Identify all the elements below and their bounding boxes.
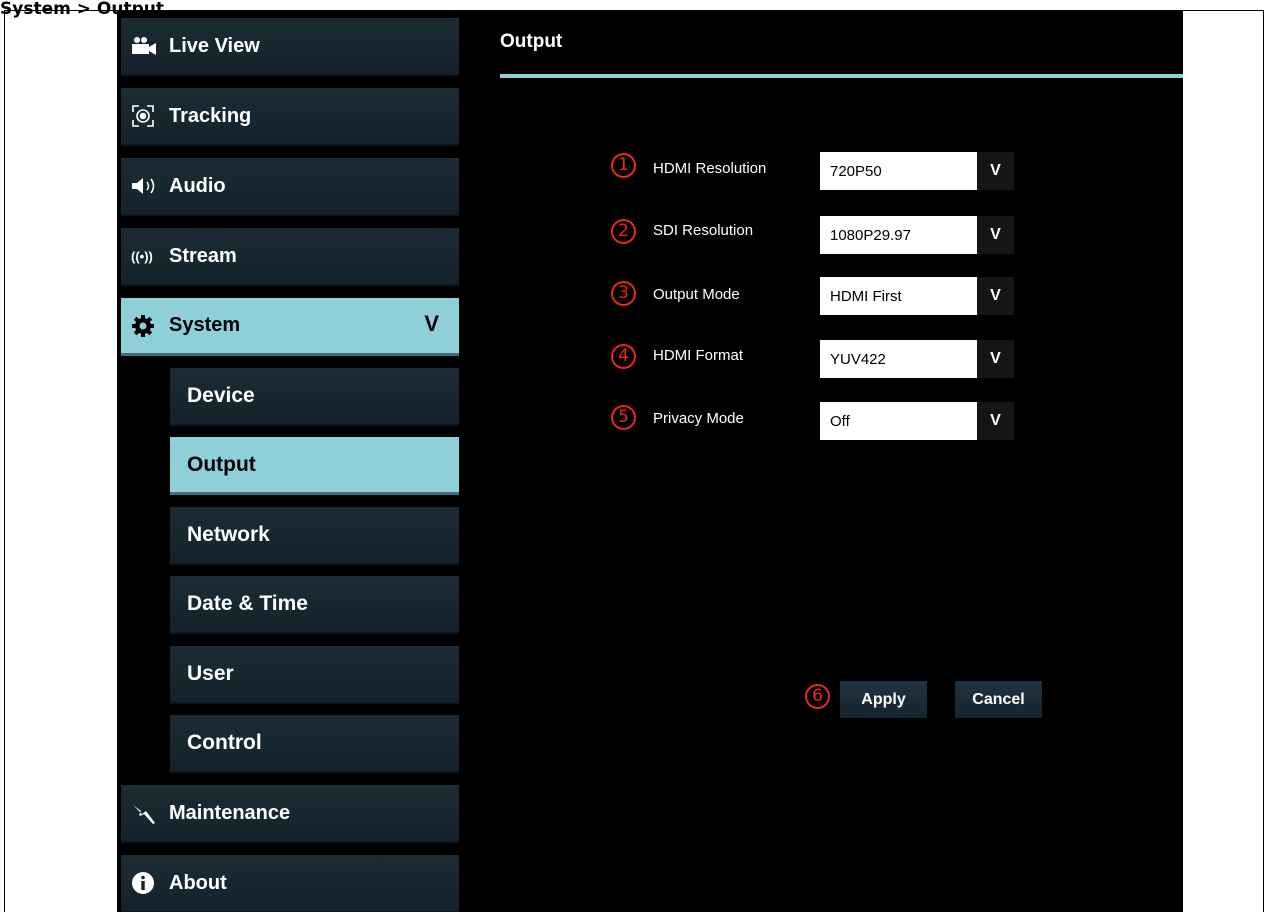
nav-audio[interactable]: Audio: [121, 158, 459, 216]
apply-button[interactable]: Apply: [840, 681, 927, 718]
annotation-marker: 4: [611, 344, 636, 369]
video-camera-icon: [131, 33, 163, 59]
annotation-marker: 6: [805, 684, 830, 709]
nav-label: System: [169, 314, 241, 336]
camera-web-ui: Live View Tracking Audio ((•)) Stream Sy…: [117, 11, 1183, 912]
gear-icon: [131, 313, 163, 339]
chevron-down-icon: V: [424, 311, 439, 336]
speaker-icon: [131, 173, 163, 199]
privacy-mode-label: Privacy Mode: [653, 410, 744, 427]
annotation-marker: 2: [611, 219, 636, 244]
nav-label: Stream: [169, 244, 237, 267]
nav-tracking[interactable]: Tracking: [121, 88, 459, 146]
nav-device[interactable]: Device: [170, 368, 459, 426]
nav-network[interactable]: Network: [170, 507, 459, 565]
title-divider: [500, 74, 1183, 78]
nav-label: About: [169, 871, 227, 894]
output-mode-select[interactable]: HDMI First: [820, 277, 977, 315]
nav-label: Audio: [169, 174, 226, 197]
nav-label: Tracking: [169, 104, 252, 127]
output-mode-label: Output Mode: [653, 286, 740, 303]
nav-label: Maintenance: [169, 801, 291, 824]
page-title: Output: [500, 31, 563, 52]
nav-output[interactable]: Output: [170, 437, 459, 495]
chevron-down-icon[interactable]: V: [977, 277, 1014, 315]
chevron-down-icon[interactable]: V: [977, 340, 1014, 378]
nav-stream[interactable]: ((•)) Stream: [121, 228, 459, 286]
nav-user[interactable]: User: [170, 646, 459, 704]
chevron-down-icon[interactable]: V: [977, 216, 1014, 254]
chevron-down-icon[interactable]: V: [977, 152, 1014, 190]
nav-maintenance[interactable]: Maintenance: [121, 785, 459, 843]
hdmi-format-label: HDMI Format: [653, 347, 743, 364]
cancel-button[interactable]: Cancel: [955, 681, 1042, 718]
nav-about[interactable]: About: [121, 855, 459, 912]
chevron-down-icon[interactable]: V: [977, 402, 1014, 440]
nav-date-time[interactable]: Date & Time: [170, 576, 459, 634]
tracking-target-icon: [131, 103, 163, 129]
hdmi-format-select[interactable]: YUV422: [820, 340, 977, 378]
broadcast-icon: ((•)): [131, 248, 153, 264]
hdmi-resolution-select[interactable]: 720P50: [820, 152, 977, 190]
sdi-resolution-label: SDI Resolution: [653, 222, 754, 239]
nav-control[interactable]: Control: [170, 715, 459, 773]
sdi-resolution-select[interactable]: 1080P29.97: [820, 216, 977, 254]
annotation-marker: 1: [611, 153, 636, 178]
nav-system[interactable]: System V: [121, 298, 459, 356]
annotation-marker: 5: [611, 405, 636, 430]
nav-label: Live View: [169, 34, 260, 57]
annotation-marker: 3: [611, 281, 636, 306]
info-icon: [131, 870, 163, 896]
hdmi-resolution-label: HDMI Resolution: [653, 160, 767, 177]
wrench-icon: [131, 800, 163, 826]
nav-live-view[interactable]: Live View: [121, 18, 459, 76]
privacy-mode-select[interactable]: Off: [820, 402, 977, 440]
